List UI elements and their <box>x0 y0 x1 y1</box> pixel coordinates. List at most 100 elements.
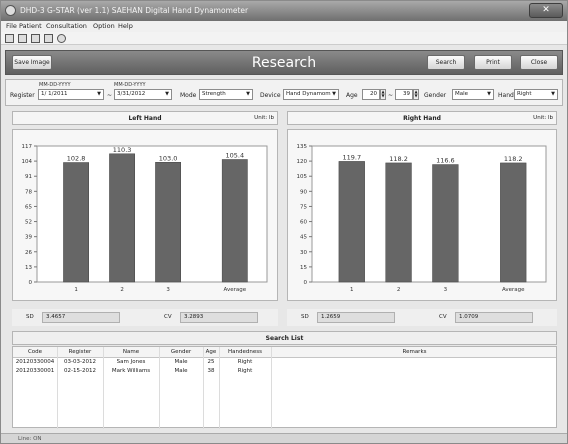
open-icon[interactable] <box>18 34 27 43</box>
date-from-value: 1/ 1/2011 <box>41 91 68 97</box>
row-handedness: Right <box>237 359 253 365</box>
x-tick-label: 1 <box>74 287 78 293</box>
device-select[interactable]: Hand Dynamom ▼ <box>283 89 339 100</box>
right-hand-stats: SD 1.2659 CV 1.0709 <box>287 309 557 326</box>
age-from-input[interactable]: 20 <box>362 89 380 100</box>
age-to-input[interactable]: 39 <box>395 89 413 100</box>
delete-icon[interactable] <box>44 34 53 43</box>
mode-label: Mode <box>180 92 197 99</box>
col-age[interactable]: Age <box>203 349 219 355</box>
date-from-picker[interactable]: 1/ 1/2011 ▼ <box>38 89 104 100</box>
x-tick-label: 3 <box>444 287 448 293</box>
left-hand-chart-svg: 0 13 26 39 52 65 78 91 104 117 102.8 1 110.3 2 103.0 3 1… <box>22 144 268 293</box>
right-cv-value: 1.0709 <box>455 312 533 323</box>
row-code: 20120330004 <box>15 359 55 365</box>
date-format-hint-from: MM-DD-YYYY <box>39 82 71 88</box>
tools-icon[interactable] <box>57 34 66 43</box>
table-header: Code Register Name Gender Age Handedness… <box>13 347 556 358</box>
chevron-down-icon: ▼ <box>165 91 169 97</box>
search-list-table[interactable]: Code Register Name Gender Age Handedness… <box>12 346 557 429</box>
menu-help[interactable]: Help <box>118 22 133 30</box>
col-handedness[interactable]: Handedness <box>219 349 271 355</box>
data-label: 118.2 <box>504 155 523 163</box>
device-label: Device <box>260 92 281 99</box>
bar <box>221 159 248 283</box>
gender-select[interactable]: Male ▼ <box>452 89 494 100</box>
age-from-stepper[interactable]: ▲ ▼ <box>380 89 386 100</box>
menu-patient[interactable]: Patient <box>19 22 42 30</box>
table-row[interactable]: 20120330001 02-15-2012 Mark Williams Mal… <box>13 368 556 377</box>
right-sd-value: 1.2659 <box>317 312 395 323</box>
row-gender: Male <box>174 368 188 374</box>
data-label: 110.3 <box>113 146 132 154</box>
menu-option[interactable]: Option <box>93 22 115 30</box>
age-to-stepper[interactable]: ▲ ▼ <box>413 89 419 100</box>
menu-bar: File Patient Consultation Option Help <box>1 21 567 32</box>
mode-value: Strength <box>202 91 226 97</box>
left-hand-stats: SD 3.4657 CV 3.2893 <box>12 309 278 326</box>
app-icon <box>5 5 16 16</box>
y-tick-label: 0 <box>29 280 33 286</box>
col-gender[interactable]: Gender <box>159 349 203 355</box>
gender-value: Male <box>455 91 469 97</box>
new-icon[interactable] <box>5 34 14 43</box>
right-hand-title: Right Hand <box>403 115 441 122</box>
y-tick-label: 104 <box>22 159 33 165</box>
age-range-separator: ~ <box>388 92 394 99</box>
app-window: DHD-3 G-STAR (ver 1.1) SAEHAN Digital Ha… <box>0 0 568 444</box>
data-label: 105.4 <box>225 151 244 159</box>
y-tick-label: 60 <box>300 220 307 226</box>
y-tick-label: 15 <box>300 265 307 271</box>
chevron-down-icon: ▼ <box>246 91 250 97</box>
data-label: 116.6 <box>436 157 455 165</box>
col-code[interactable]: Code <box>13 349 57 355</box>
col-remarks[interactable]: Remarks <box>271 349 558 355</box>
right-sd-label: SD <box>301 314 309 320</box>
chevron-down-icon: ▼ <box>97 91 101 97</box>
bar <box>63 162 89 283</box>
close-button[interactable]: Close <box>520 55 558 70</box>
right-hand-header: Right Hand Unit: lb <box>287 111 557 125</box>
y-tick-label: 65 <box>25 204 32 210</box>
y-tick-label: 91 <box>25 174 32 180</box>
row-age: 25 <box>207 359 215 365</box>
device-value: Hand Dynamom <box>286 91 331 97</box>
data-label: 118.2 <box>389 155 408 163</box>
menu-consultation[interactable]: Consultation <box>46 22 87 30</box>
y-tick-label: 26 <box>25 250 32 256</box>
col-register[interactable]: Register <box>57 349 103 355</box>
bar <box>432 164 459 283</box>
data-label: 119.7 <box>342 153 361 161</box>
date-to-picker[interactable]: 3/31/2012 ▼ <box>114 89 172 100</box>
x-tick-label: Average <box>224 287 247 293</box>
left-sd-value: 3.4657 <box>42 312 120 323</box>
chevron-down-icon: ▼ <box>487 91 491 97</box>
search-list-title: Search List <box>265 335 304 342</box>
window-close-button[interactable]: ✕ <box>529 3 563 18</box>
y-tick-label: 39 <box>25 235 32 241</box>
print-button[interactable]: Print <box>474 55 512 70</box>
x-tick-label: Average <box>502 287 525 293</box>
row-code: 20120330001 <box>15 368 55 374</box>
status-text: Line: ON <box>18 436 42 442</box>
date-to-value: 3/31/2012 <box>117 91 146 97</box>
left-cv-value: 3.2893 <box>180 312 258 323</box>
hand-select[interactable]: Right ▼ <box>514 89 558 100</box>
menu-file[interactable]: File <box>6 22 17 30</box>
date-format-hint-to: MM-DD-YYYY <box>114 82 146 88</box>
data-label: 103.0 <box>159 154 178 162</box>
left-cv-label: CV <box>164 314 172 320</box>
row-handedness: Right <box>237 368 253 374</box>
window-title: DHD-3 G-STAR (ver 1.1) SAEHAN Digital Ha… <box>20 6 249 15</box>
col-name[interactable]: Name <box>103 349 159 355</box>
bar <box>155 162 181 283</box>
save-icon[interactable] <box>31 34 40 43</box>
right-hand-chart: 0 15 30 45 60 75 90 105 120 135 119.7 1 118.2 2 116.6 3… <box>287 129 557 301</box>
research-header: Save Image Research Search Print Close <box>5 50 563 75</box>
search-button[interactable]: Search <box>427 55 465 70</box>
hand-value: Right <box>517 91 532 97</box>
table-row[interactable]: 20120330004 03-03-2012 Sam Jones Male 25… <box>13 359 556 368</box>
x-tick-label: 1 <box>350 287 354 293</box>
y-tick-label: 105 <box>297 174 308 180</box>
mode-select[interactable]: Strength ▼ <box>199 89 253 100</box>
